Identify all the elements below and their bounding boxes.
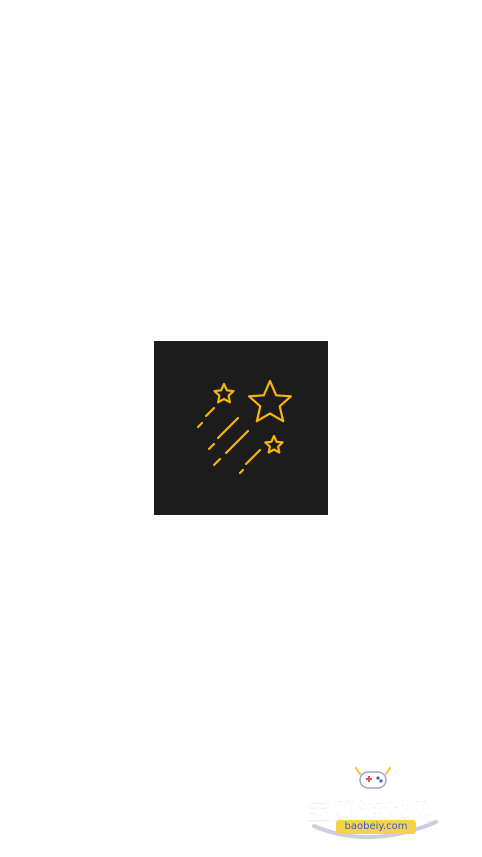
watermark-url: baobeiy.com xyxy=(336,820,416,834)
shooting-stars-icon xyxy=(196,379,292,475)
small-star-bottom-shape xyxy=(264,434,284,454)
small-star-top-shape xyxy=(213,382,235,404)
site-watermark: 宝贝游戏网 baobeiy.com xyxy=(300,764,450,844)
app-logo xyxy=(154,341,328,515)
large-star-shape xyxy=(247,379,292,423)
